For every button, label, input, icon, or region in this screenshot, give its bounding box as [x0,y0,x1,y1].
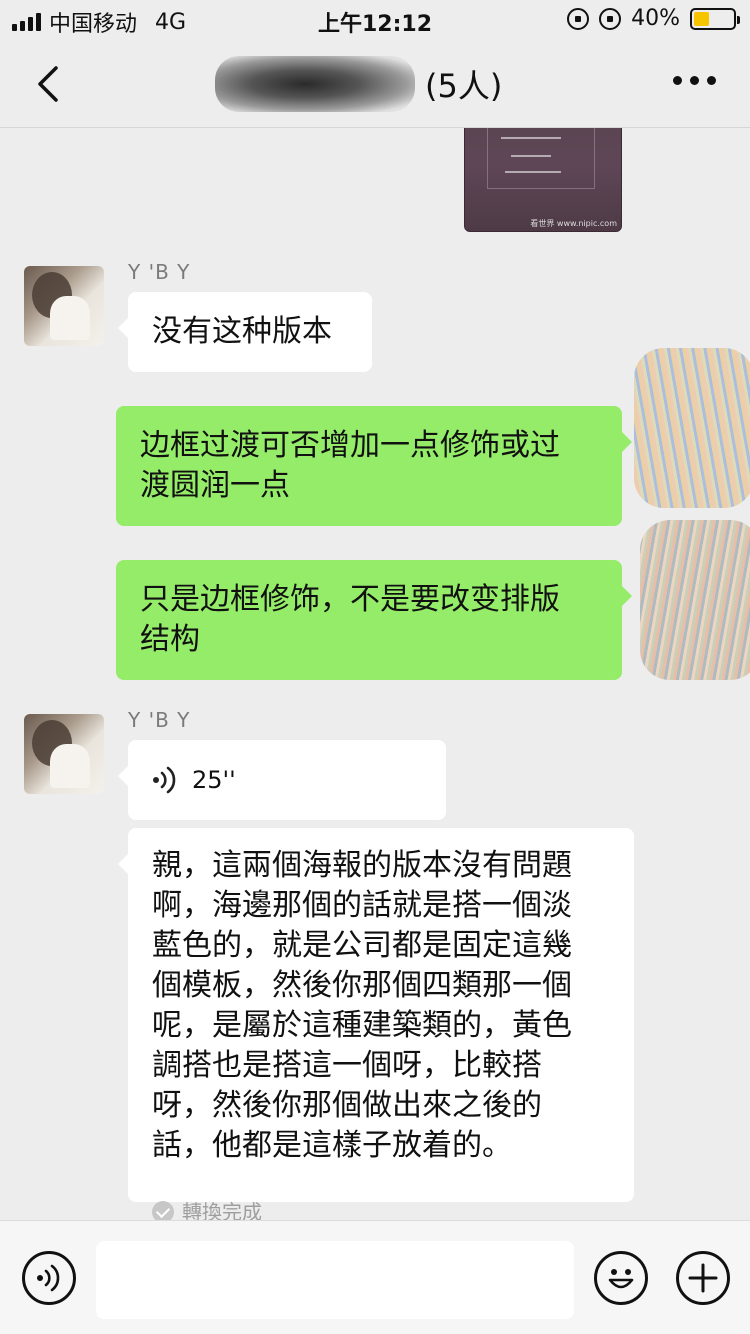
image-caption: 看世界 www.nipic.com [530,219,617,228]
transcript-line: 調搭也是搭這一個呀，比較搭 [152,1048,542,1083]
message-input[interactable] [96,1241,574,1319]
transcript-status: 轉換完成 [152,1192,610,1220]
alarm-icon [599,7,622,30]
transcript-line: 藍色的，就是公司都是固定這幾 [152,928,572,963]
input-bar [0,1220,750,1334]
transcript-line: 啊，海邊那個的話就是搭一個淡 [152,888,572,923]
battery-percent: 40% [631,6,680,31]
message-bubble[interactable]: 没有这种版本 [118,292,372,372]
message-text: 没有这种版本 [152,314,332,349]
check-icon [152,1201,174,1220]
status-right: 40% [567,6,740,31]
voice-transcript[interactable]: 親，這兩個海報的版本沒有問題 啊，海邊那個的話就是搭一個淡 藍色的，就是公司都是… [118,828,634,1220]
voice-mode-icon [37,1264,60,1292]
transcript-line: 話，他都是這樣子放着的。 [152,1128,512,1163]
more-dots-icon[interactable] [673,76,716,85]
voice-duration: 25'' [192,766,236,794]
message-bubble[interactable]: 只是边框修饰，不是要改变排版 结构 [116,560,632,680]
member-count: (5人) [425,67,503,105]
redacted-avatar [634,348,750,508]
redacted-avatar [640,520,750,680]
emoji-icon [608,1269,634,1289]
orientation-lock-icon [567,7,590,30]
voice-wave-icon [153,766,176,794]
message-text: 边框过渡可否增加一点修饰或过 [140,428,560,463]
battery-fill [694,11,710,26]
message-text: 只是边框修饰，不是要改变排版 [140,582,560,617]
transcript-line: 親，這兩個海報的版本沒有問題 [152,848,572,883]
voice-mode-button[interactable] [22,1251,76,1305]
avatar[interactable] [24,714,104,794]
image-message[interactable]: 看世界 www.nipic.com [464,128,622,232]
voice-message[interactable]: 25'' [118,740,446,820]
transcript-line: 呀，然後你那個做出來之後的 [152,1088,542,1123]
plus-icon [688,1263,718,1293]
emoji-button[interactable] [594,1251,648,1305]
chat-title: (5人) [215,56,503,112]
plus-button[interactable] [676,1251,730,1305]
transcript-status-text: 轉換完成 [182,1200,262,1220]
chevron-left-icon[interactable] [30,64,70,104]
message-text: 渡圆润一点 [140,468,290,503]
message-bubble[interactable]: 边框过渡可否增加一点修饰或过 渡圆润一点 [116,406,632,526]
transcript-line: 呢，是屬於這種建築類的，黃色 [152,1008,572,1043]
avatar[interactable] [24,266,104,346]
battery-icon [690,7,740,30]
redacted-group-name [215,56,415,112]
transcript-line: 個模板，然後你那個四類那一個 [152,968,572,1003]
sender-name: Y 'B Y [128,260,191,284]
status-bar: 中国移动 4G 上午12:12 40% [0,0,750,40]
message-list[interactable]: 看世界 www.nipic.com Y 'B Y 没有这种版本 边框过渡可否增加… [0,128,750,1220]
sender-name: Y 'B Y [128,708,191,732]
chat-header: (5人) [0,40,750,128]
message-text: 结构 [140,622,200,657]
